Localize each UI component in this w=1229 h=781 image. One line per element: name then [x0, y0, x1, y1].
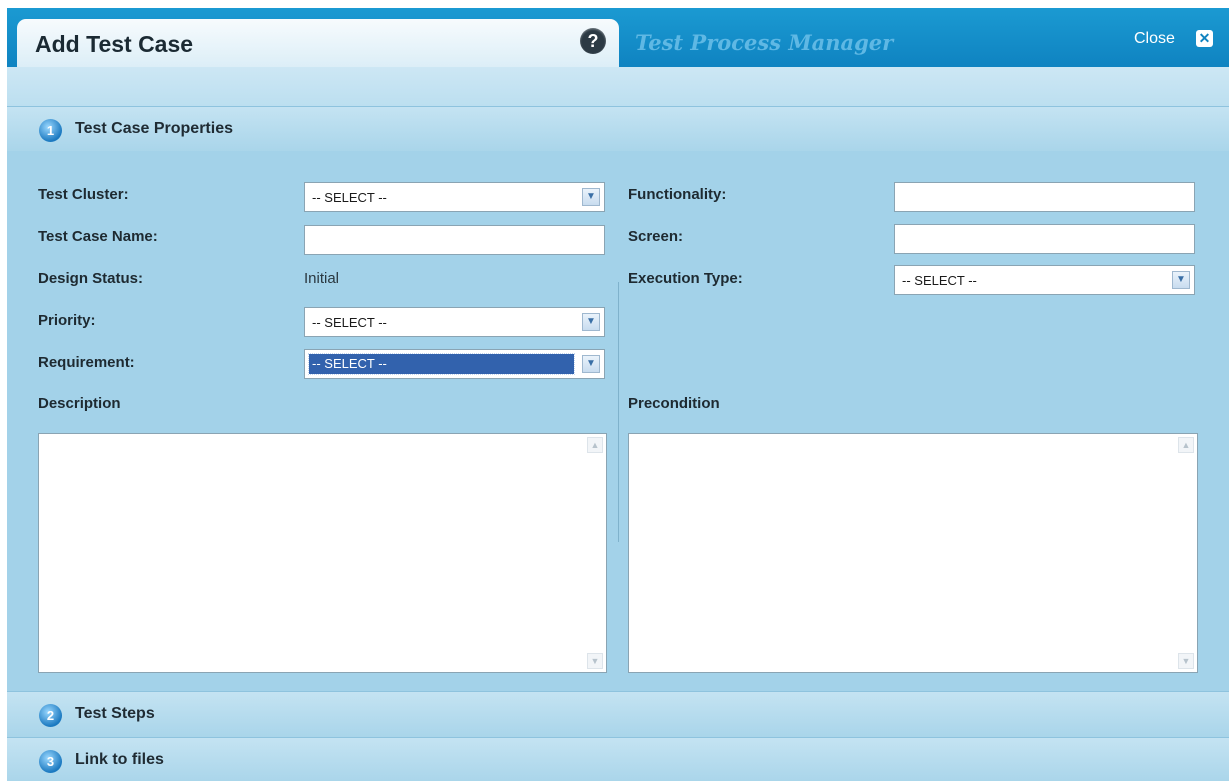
selected-value: -- SELECT -- [312, 315, 387, 330]
dialog-title: Add Test Case [35, 31, 194, 57]
scroll-up-icon[interactable]: ▲ [587, 437, 603, 453]
section-label: Test Steps [75, 705, 155, 722]
functionality-label: Functionality: [628, 186, 727, 203]
column-divider [618, 282, 619, 542]
toolbar-strip [7, 67, 1229, 107]
scroll-down-icon[interactable]: ▼ [1178, 653, 1194, 669]
functionality-input[interactable] [894, 182, 1195, 212]
section-test-case-properties[interactable]: 1 Test Case Properties [7, 107, 1229, 152]
close-icon[interactable]: ✕ [1196, 30, 1213, 47]
selected-value: -- SELECT -- [902, 273, 977, 288]
vertical-scrollbar[interactable]: ▲ ▼ [1176, 435, 1196, 671]
description-textarea[interactable]: ▲ ▼ [38, 433, 607, 673]
description-label: Description [38, 395, 121, 412]
precondition-label: Precondition [628, 395, 720, 412]
scroll-up-icon[interactable]: ▲ [1178, 437, 1194, 453]
design-status-value: Initial [304, 270, 340, 287]
title-tab: Add Test Case ? [17, 19, 619, 67]
test-cluster-label: Test Cluster: [38, 186, 129, 203]
priority-select[interactable]: -- SELECT -- ▼ [304, 307, 605, 337]
requirement-select[interactable]: -- SELECT -- ▼ [304, 349, 605, 379]
execution-type-label: Execution Type: [628, 270, 743, 287]
selected-value: -- SELECT -- [308, 353, 575, 375]
section-link-to-files[interactable]: 3 Link to files [7, 737, 1229, 781]
section-test-steps[interactable]: 2 Test Steps [7, 691, 1229, 737]
vertical-scrollbar[interactable]: ▲ ▼ [585, 435, 605, 671]
requirement-label: Requirement: [38, 354, 135, 371]
screen-input[interactable] [894, 224, 1195, 254]
close-button[interactable]: Close [1134, 30, 1175, 48]
chevron-down-icon[interactable]: ▼ [582, 313, 600, 331]
section-label: Link to files [75, 751, 164, 768]
help-question-icon[interactable]: ? [580, 28, 606, 54]
app-title: Test Process Manager [635, 30, 894, 55]
dialog-header: Add Test Case ? Test Process Manager Clo… [7, 8, 1229, 67]
precondition-textarea[interactable]: ▲ ▼ [628, 433, 1198, 673]
section-label: Test Case Properties [75, 120, 233, 137]
chevron-down-icon[interactable]: ▼ [582, 355, 600, 373]
chevron-down-icon[interactable]: ▼ [582, 188, 600, 206]
priority-label: Priority: [38, 312, 96, 329]
design-status-label: Design Status: [38, 270, 144, 287]
add-test-case-dialog: Add Test Case ? Test Process Manager Clo… [7, 8, 1229, 781]
step-2-icon: 2 [39, 704, 62, 727]
chevron-down-icon[interactable]: ▼ [1172, 271, 1190, 289]
test-case-name-label: Test Case Name: [38, 228, 158, 245]
execution-type-select[interactable]: -- SELECT -- ▼ [894, 265, 1195, 295]
selected-value: -- SELECT -- [312, 190, 387, 205]
screen-label: Screen: [628, 228, 684, 245]
step-1-icon: 1 [39, 119, 62, 142]
test-case-name-input[interactable] [304, 225, 605, 255]
scroll-down-icon[interactable]: ▼ [587, 653, 603, 669]
step-3-icon: 3 [39, 750, 62, 773]
test-cluster-select[interactable]: -- SELECT -- ▼ [304, 182, 605, 212]
